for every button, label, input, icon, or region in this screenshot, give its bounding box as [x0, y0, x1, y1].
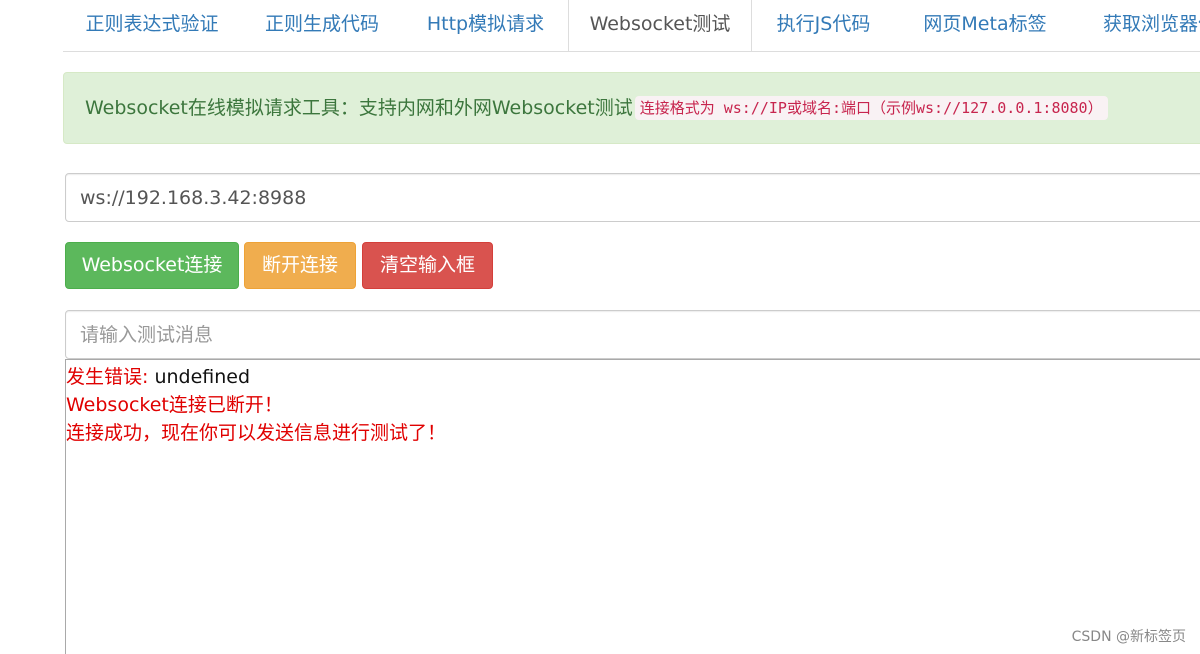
log-line-connected: 连接成功，现在你可以发送信息进行测试了！: [66, 422, 447, 444]
tool-tabs: 正则表达式验证 正则生成代码 Http模拟请求 Websocket测试 执行JS…: [63, 0, 1200, 52]
tab-browser-info[interactable]: 获取浏览器信: [1075, 0, 1200, 51]
log-line-disconnected: Websocket连接已断开！: [66, 394, 283, 416]
csdn-watermark: CSDN @新标签页: [1071, 629, 1186, 645]
log-error-value: undefined: [148, 366, 251, 388]
info-alert: Websocket在线模拟请求工具：支持内网和外网Websocket测试 连接格式…: [63, 72, 1200, 144]
tab-meta-tags[interactable]: 网页Meta标签: [895, 0, 1075, 51]
disconnect-button[interactable]: 断开连接: [244, 242, 356, 289]
test-message-input[interactable]: [65, 310, 1200, 359]
connect-button[interactable]: Websocket连接: [65, 242, 239, 289]
tab-regex-validate[interactable]: 正则表达式验证: [63, 0, 241, 51]
websocket-test-page: 正则表达式验证 正则生成代码 Http模拟请求 Websocket测试 执行JS…: [0, 0, 1200, 654]
alert-text: Websocket在线模拟请求工具：支持内网和外网Websocket测试: [85, 97, 633, 119]
log-output[interactable]: 发生错误: undefined Websocket连接已断开！ 连接成功，现在你…: [65, 359, 1200, 654]
log-error-prefix: 发生错误:: [66, 366, 149, 388]
tab-regex-codegen[interactable]: 正则生成代码: [241, 0, 403, 51]
tab-http-request[interactable]: Http模拟请求: [403, 0, 568, 51]
format-hint-code: 连接格式为 ws://IP或域名:端口（示例ws://127.0.0.1:808…: [634, 96, 1108, 120]
tab-websocket-test[interactable]: Websocket测试: [568, 0, 752, 51]
clear-input-button[interactable]: 清空输入框: [362, 242, 493, 289]
tab-run-js[interactable]: 执行JS代码: [752, 0, 895, 51]
log-line-error: 发生错误: undefined: [66, 363, 1200, 391]
websocket-url-input[interactable]: [65, 173, 1200, 222]
